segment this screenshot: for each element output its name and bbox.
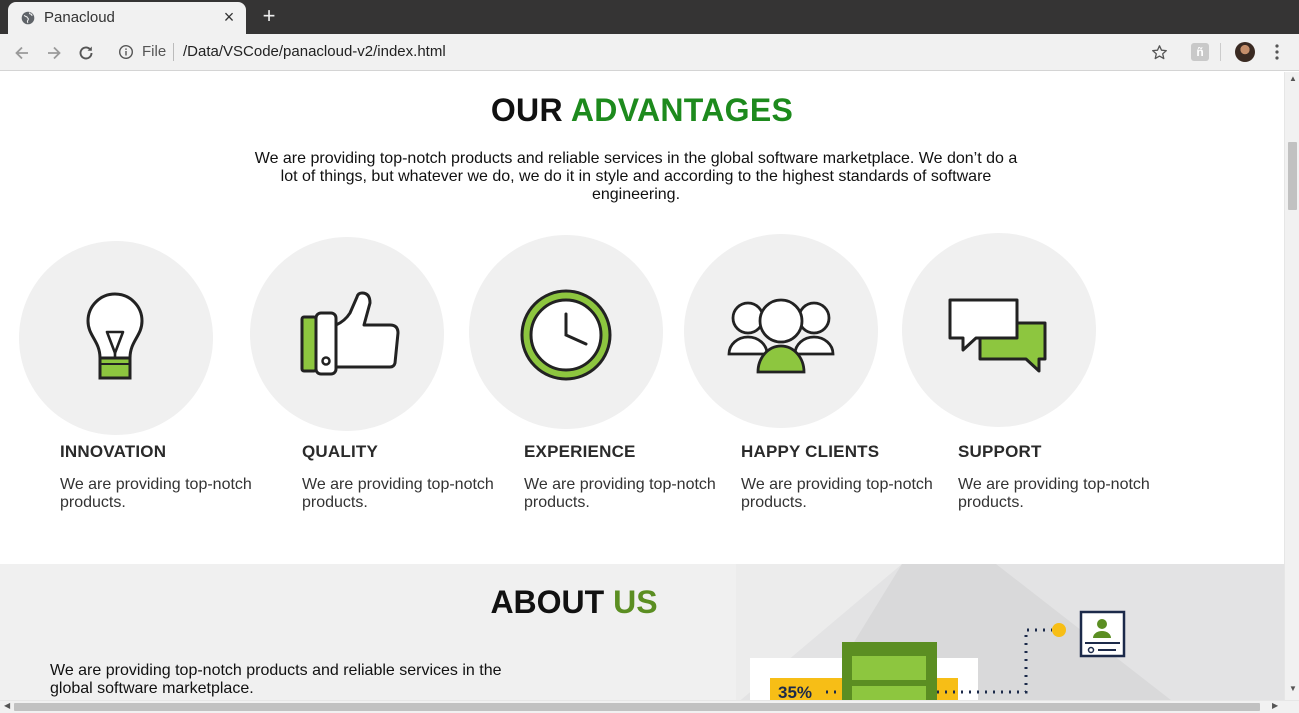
browser-toolbar: File /Data/VSCode/panacloud-v2/index.htm… — [0, 34, 1299, 71]
info-icon[interactable] — [118, 44, 134, 60]
feature-circle — [902, 233, 1096, 427]
thumbs-up-icon — [300, 291, 400, 376]
about-description: We are providing top-notch products and … — [50, 662, 502, 697]
tab-strip: Panacloud × + — [0, 0, 1299, 34]
omnibox-divider — [173, 43, 174, 61]
lightbulb-icon — [86, 292, 144, 380]
scroll-left-arrow-icon[interactable]: ◀ — [4, 701, 10, 710]
about-heading-accent: US — [613, 584, 658, 620]
horizontal-scroll-thumb[interactable] — [14, 703, 1260, 711]
feature-title: QUALITY — [302, 442, 379, 461]
feature-title: INNOVATION — [60, 442, 167, 461]
feature-text: We are providing top-notch products. — [60, 476, 252, 511]
bookmark-star-icon[interactable] — [1151, 44, 1168, 61]
clock-icon — [520, 289, 612, 381]
feature-circle — [469, 235, 663, 429]
feature-text: We are providing top-notch products. — [958, 476, 1150, 511]
forward-arrow-icon[interactable] — [43, 42, 65, 64]
advantages-heading: OUR ADVANTAGES — [0, 92, 1284, 129]
feature-circle — [684, 234, 878, 428]
about-heading: ABOUT US — [0, 584, 1148, 621]
tab-title: Panacloud — [44, 9, 115, 26]
scroll-up-arrow-icon[interactable]: ▲ — [1289, 74, 1297, 83]
toolbar-divider — [1220, 43, 1221, 61]
url-scheme-label: File — [142, 43, 167, 60]
vertical-scrollbar[interactable]: ▲ ▼ — [1284, 72, 1299, 700]
page-viewport: OUR ADVANTAGES We are providing top-notc… — [0, 72, 1284, 700]
close-tab-icon[interactable]: × — [220, 8, 238, 26]
scroll-down-arrow-icon[interactable]: ▼ — [1289, 684, 1297, 693]
advantages-heading-accent: ADVANTAGES — [570, 92, 794, 128]
reload-icon[interactable] — [75, 42, 97, 64]
feature-title: HAPPY CLIENTS — [741, 442, 880, 461]
feature-title: EXPERIENCE — [524, 442, 636, 461]
profile-avatar[interactable] — [1235, 42, 1255, 62]
group-icon — [727, 298, 835, 374]
feature-circle — [19, 241, 213, 435]
about-heading-prefix: ABOUT — [490, 584, 605, 620]
about-section: 35% ABOUT US We are providing top-notch … — [0, 564, 1284, 700]
chat-bubbles-icon — [948, 298, 1047, 373]
feature-circle — [250, 237, 444, 431]
address-bar[interactable]: /Data/VSCode/panacloud-v2/index.html — [183, 43, 446, 61]
advantages-heading-prefix: OUR — [490, 92, 563, 128]
feature-title: SUPPORT — [958, 442, 1042, 461]
horizontal-scrollbar[interactable]: ◀ ▶ — [0, 700, 1299, 713]
illustration-stat: 35% — [778, 683, 812, 700]
browser-tab[interactable]: Panacloud × — [8, 2, 246, 34]
vertical-scroll-thumb[interactable] — [1288, 142, 1297, 210]
globe-icon — [21, 11, 35, 25]
kebab-menu-icon[interactable] — [1270, 42, 1284, 62]
back-arrow-icon[interactable] — [11, 42, 33, 64]
scroll-right-arrow-icon[interactable]: ▶ — [1272, 701, 1278, 710]
extension-icon[interactable]: ñ — [1191, 43, 1209, 61]
advantages-description: We are providing top-notch products and … — [254, 150, 1018, 203]
new-tab-icon[interactable]: + — [258, 5, 280, 27]
feature-text: We are providing top-notch products. — [302, 476, 494, 511]
feature-text: We are providing top-notch products. — [524, 476, 716, 511]
feature-text: We are providing top-notch products. — [741, 476, 933, 511]
